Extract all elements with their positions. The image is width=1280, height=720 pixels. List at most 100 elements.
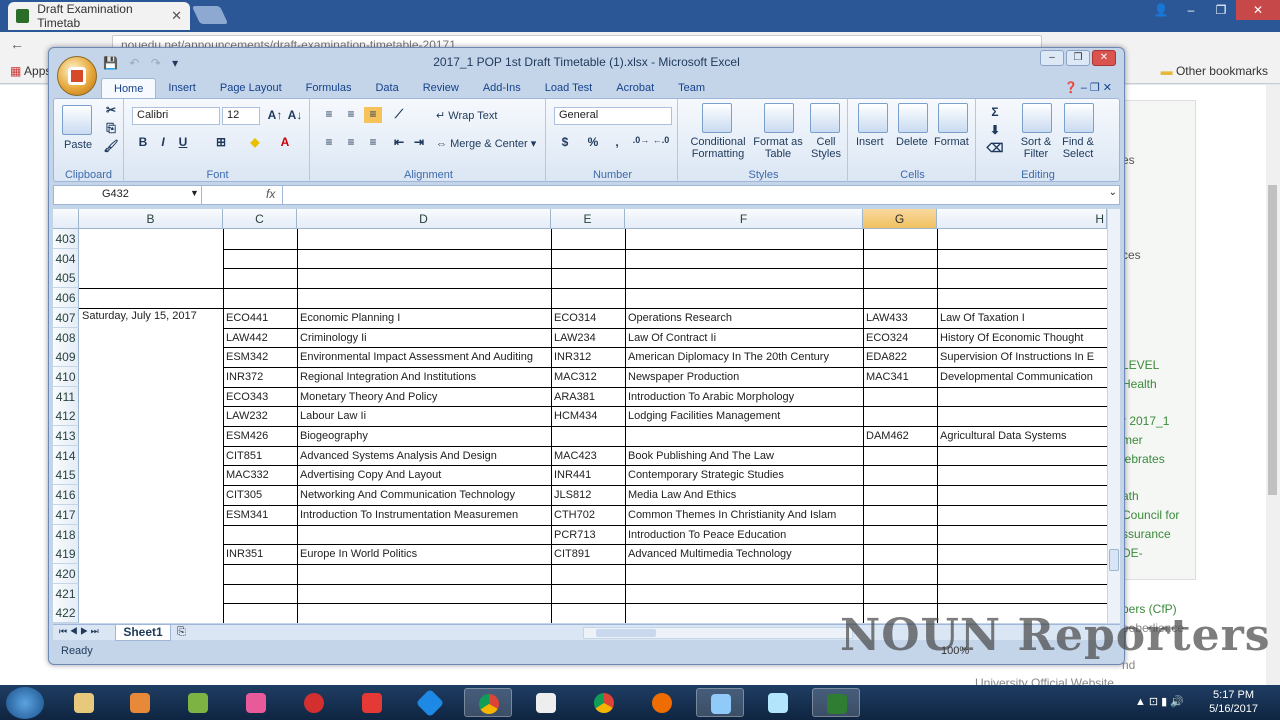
cell-b[interactable] [79,601,223,621]
cell-f[interactable] [625,603,863,623]
number-format-select[interactable]: General [554,107,672,125]
align-left-icon[interactable]: ≡ [320,135,338,151]
cell-h[interactable] [937,406,1107,426]
find-select-icon[interactable] [1064,103,1094,133]
cell-c[interactable]: ECO343 [223,387,297,407]
cell-f[interactable]: Introduction To Arabic Morphology [625,387,863,407]
column-header-f[interactable]: F [625,209,863,229]
cell-c[interactable] [223,525,297,545]
cell-styles-icon[interactable] [810,103,840,133]
decrease-decimal-icon[interactable]: ←.0 [652,135,670,151]
cell-h[interactable] [937,387,1107,407]
row-header[interactable]: 405 [53,268,79,289]
customize-qat-icon[interactable]: ▾ [172,56,178,70]
start-button[interactable] [6,687,44,719]
select-all-corner[interactable] [53,209,79,229]
cell-b[interactable] [79,562,223,582]
cell-g[interactable] [863,544,937,564]
format-as-table-icon[interactable] [764,103,794,133]
cell-c[interactable]: LAW442 [223,328,297,348]
row-header[interactable]: 417 [53,504,79,525]
cell-b[interactable] [79,483,223,503]
horizontal-scrollbar[interactable] [583,627,853,639]
cell-e[interactable] [551,249,625,269]
cell-d[interactable]: Networking And Communication Technology [297,485,551,505]
cell-b[interactable] [79,503,223,523]
cell-e[interactable] [551,426,625,446]
cell-b[interactable] [79,286,223,306]
cell-d[interactable] [297,603,551,623]
taskbar-calendar[interactable] [522,688,570,717]
cell-e[interactable]: MAC312 [551,367,625,387]
cell-d[interactable]: Regional Integration And Institutions [297,367,551,387]
cell-g[interactable] [863,268,937,288]
bold-icon[interactable]: B [134,135,152,151]
tab-home[interactable]: Home [101,78,157,98]
taskbar-media[interactable] [116,688,164,717]
cell-d[interactable] [297,525,551,545]
cell-g[interactable] [863,446,937,466]
cell-f[interactable]: Contemporary Strategic Studies [625,465,863,485]
cell-f[interactable]: Newspaper Production [625,367,863,387]
column-header-d[interactable]: D [297,209,551,229]
cell-b[interactable] [79,345,223,365]
cell-g[interactable] [863,387,937,407]
tab-review[interactable]: Review [411,78,471,98]
maximize-button[interactable]: ❐ [1206,0,1236,20]
cell-h[interactable]: Law Of Taxation I [937,308,1107,328]
fill-color-icon[interactable]: ◆ [246,135,264,151]
cell-h[interactable]: History Of Economic Thought [937,328,1107,348]
tab-add-ins[interactable]: Add-Ins [471,78,533,98]
fx-icon[interactable]: fx [266,187,275,201]
cell-h[interactable]: Supervision Of Instructions In E [937,347,1107,367]
minimize-button[interactable]: – [1176,0,1206,20]
page-link[interactable]: lebrates [1122,452,1165,466]
cell-c[interactable] [223,288,297,308]
cell-h[interactable] [937,584,1107,604]
cell-d[interactable] [297,229,551,249]
delete-cells-icon[interactable] [898,103,928,133]
column-header-g[interactable]: G [863,209,937,229]
increase-decimal-icon[interactable]: .0→ [632,135,650,151]
row-header[interactable]: 412 [53,406,79,427]
cell-h[interactable]: Agricultural Data Systems [937,426,1107,446]
close-tab-icon[interactable]: ✕ [171,8,182,24]
cell-e[interactable] [551,564,625,584]
cell-b[interactable]: Saturday, July 15, 2017 [79,306,223,326]
cell-h[interactable] [937,288,1107,308]
cell-c[interactable] [223,564,297,584]
cell-c[interactable]: ESM341 [223,505,297,525]
cell-f[interactable] [625,426,863,446]
page-link[interactable]: DE- [1122,546,1143,560]
cell-d[interactable]: Biogeography [297,426,551,446]
increase-indent-icon[interactable]: ⇥ [410,135,428,151]
excel-minimize-button[interactable]: – [1040,50,1064,66]
sheet-tab-sheet1[interactable]: Sheet1 [115,625,171,641]
cell-d[interactable]: Monetary Theory And Policy [297,387,551,407]
cell-f[interactable] [625,229,863,249]
cell-h[interactable] [937,564,1107,584]
cell-e[interactable] [551,603,625,623]
cell-b[interactable] [79,385,223,405]
sheet-nav-icon[interactable]: ⏮ ◀ ▶ ⏭ [59,626,99,637]
worksheet-grid[interactable]: B C D E F G H 403 404 405 406 407 Saturday, J… [53,209,1107,623]
cell-e[interactable]: ARA381 [551,387,625,407]
cell-g[interactable] [863,584,937,604]
percent-icon[interactable]: % [584,135,602,151]
name-box[interactable]: G432 [54,186,202,204]
cell-d[interactable]: Advertising Copy And Layout [297,465,551,485]
cell-c[interactable]: ESM342 [223,347,297,367]
row-header[interactable]: 422 [53,603,79,623]
cell-f[interactable]: Operations Research [625,308,863,328]
cell-e[interactable]: HCM434 [551,406,625,426]
cell-c[interactable] [223,249,297,269]
tab-formulas[interactable]: Formulas [294,78,364,98]
formula-input[interactable] [282,186,1102,204]
cell-b[interactable] [79,444,223,464]
column-header-h[interactable]: H [937,209,1107,229]
cell-g[interactable]: MAC341 [863,367,937,387]
cell-h[interactable] [937,268,1107,288]
cell-b[interactable] [79,542,223,562]
tab-team[interactable]: Team [666,78,717,98]
format-cells-icon[interactable] [938,103,968,133]
